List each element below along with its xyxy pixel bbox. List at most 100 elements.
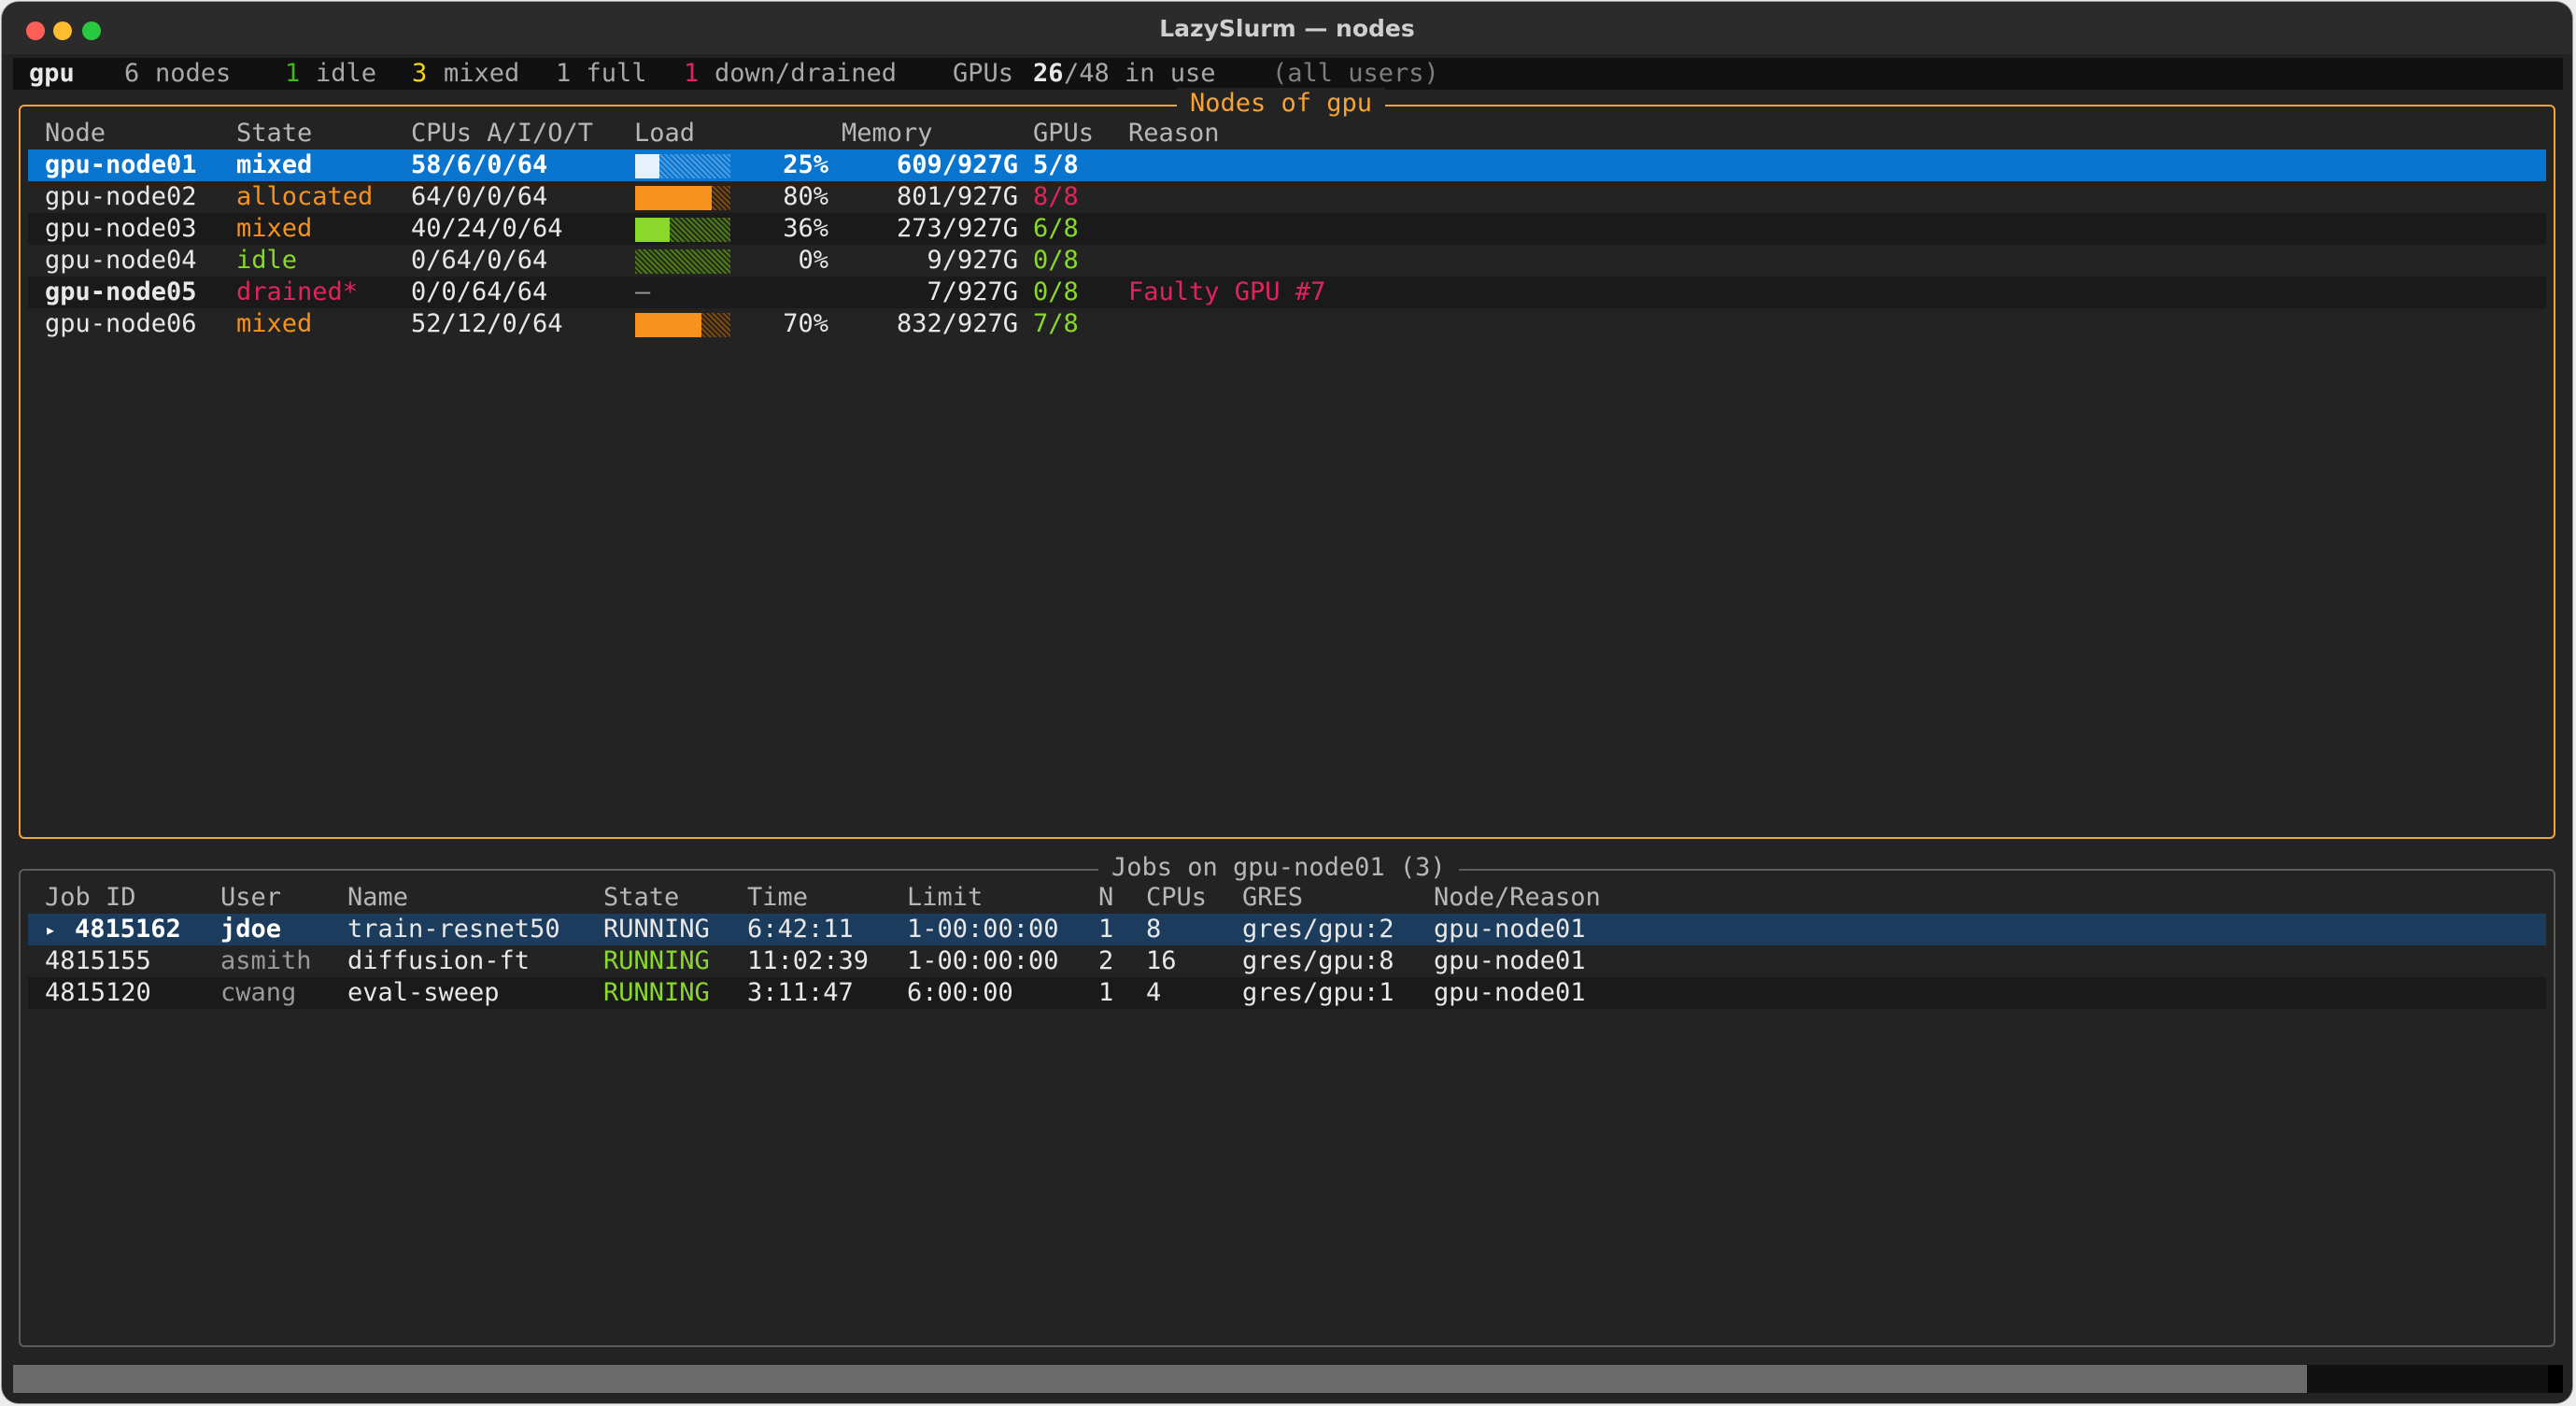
node-state: mixed: [236, 214, 313, 243]
col-time: Time: [747, 883, 809, 912]
partition-name: gpu: [29, 59, 75, 88]
job-node-reason: gpu-node01: [1434, 915, 1586, 944]
job-gres: gres/gpu:1: [1242, 978, 1394, 1007]
scrollbar-end: [2548, 1365, 2563, 1393]
scope-label: (all users): [1272, 59, 1439, 88]
col-reason: Reason: [1128, 119, 1220, 148]
node-row[interactable]: gpu-node04 idle 0/64/0/64 0% 9/927G 0/8: [28, 245, 2546, 277]
idle-count: 1: [285, 59, 301, 88]
window-title: LazySlurm — nodes: [1159, 15, 1415, 42]
col-limit: Limit: [907, 883, 984, 912]
node-row[interactable]: gpu-node01 mixed 58/6/0/64 25% 609/927G 5/8: [28, 149, 2546, 181]
horizontal-scrollbar[interactable]: [13, 1365, 2563, 1393]
job-state: RUNNING: [603, 978, 710, 1007]
job-limit: 1-00:00:00: [907, 915, 1059, 944]
job-cpus: 4: [1146, 978, 1162, 1007]
job-time: 11:02:39: [747, 946, 870, 975]
node-cpus: 0/0/64/64: [411, 277, 548, 306]
mixed-count: 3: [412, 59, 428, 88]
jobs-header-row: Job ID User Name State Time Limit N CPUs…: [19, 882, 2555, 914]
load-bar: [635, 313, 730, 337]
col-state: State: [236, 119, 313, 148]
col-cpus: CPUs A/I/O/T: [411, 119, 594, 148]
job-time: 3:11:47: [747, 978, 854, 1007]
load-percent: 36%: [783, 214, 828, 243]
job-user: jdoe: [220, 915, 282, 944]
job-name: eval-sweep: [347, 978, 500, 1007]
job-row[interactable]: 4815120 cwang eval-sweep RUNNING 3:11:47 6:00…: [28, 977, 2546, 1009]
node-row[interactable]: gpu-node03 mixed 40/24/0/64 36% 273/927G 6/8: [28, 213, 2546, 245]
col-user: User: [220, 883, 282, 912]
node-state: idle: [236, 246, 298, 275]
load-bar: [635, 154, 730, 178]
node-gpus: 6/8: [1033, 214, 1079, 243]
selected-marker-icon: ▸: [45, 918, 57, 941]
job-node-reason: gpu-node01: [1434, 978, 1586, 1007]
jobs-panel: Jobs on gpu-node01 (3) Job ID User Name …: [19, 852, 2555, 1347]
job-state: RUNNING: [603, 946, 710, 975]
node-name: gpu-node04: [45, 246, 197, 275]
node-row[interactable]: gpu-node05 drained* 0/0/64/64 – 7/927G 0/8 Fau…: [28, 277, 2546, 308]
idle-label: idle: [316, 59, 377, 88]
nodes-count: 6: [124, 59, 140, 88]
node-gpus: 5/8: [1033, 150, 1079, 179]
job-n: 1: [1098, 978, 1114, 1007]
job-name: train-resnet50: [347, 915, 560, 944]
node-cpus: 58/6/0/64: [411, 150, 548, 179]
col-jobid: Job ID: [45, 883, 136, 912]
node-reason: Faulty GPU #7: [1128, 277, 1326, 306]
nodes-panel: Nodes of gpu Node State CPUs A/I/O/T Loa…: [19, 88, 2555, 839]
load-bar: [635, 186, 730, 210]
load-bar: [635, 249, 730, 274]
col-node-reason: Node/Reason: [1434, 883, 1601, 912]
job-gres: gres/gpu:2: [1242, 915, 1394, 944]
col-memory: Memory: [842, 119, 933, 148]
node-memory: 7/927G: [927, 277, 1018, 306]
full-count: 1 full: [556, 59, 647, 88]
job-user: cwang: [220, 978, 297, 1007]
job-cpus: 8: [1146, 915, 1162, 944]
job-id: 4815120: [45, 978, 151, 1007]
node-row[interactable]: gpu-node06 mixed 52/12/0/64 70% 832/927G 7/8: [28, 308, 2546, 340]
col-gpus: GPUs: [1033, 119, 1095, 148]
job-cpus: 16: [1146, 946, 1177, 975]
col-cpus: CPUs: [1146, 883, 1208, 912]
col-name: Name: [347, 883, 409, 912]
status-bar: gpu 6 nodes 1 idle 3 mixed 1 full 1 down…: [13, 58, 2563, 90]
job-row[interactable]: 4815155 asmith diffusion-ft RUNNING 11:02:39…: [28, 945, 2546, 977]
load-percent: 70%: [783, 309, 828, 338]
load-bar-fill: [635, 313, 701, 337]
job-n: 1: [1098, 915, 1114, 944]
job-time: 6:42:11: [747, 915, 854, 944]
node-memory: 801/927G: [896, 182, 1018, 211]
col-gres: GRES: [1242, 883, 1304, 912]
terminal-window: LazySlurm — nodes gpu 6 nodes 1 idle 3 m…: [2, 2, 2572, 1403]
nodes-header-row: Node State CPUs A/I/O/T Load Memory GPUs…: [19, 118, 2555, 149]
title-bar: LazySlurm — nodes: [2, 2, 2572, 54]
scrollbar-thumb[interactable]: [13, 1365, 2307, 1393]
job-row[interactable]: ▸ 4815162 jdoe train-resnet50 RUNNING 6:42:11…: [28, 914, 2546, 945]
down-count: 1: [684, 59, 700, 88]
node-name: gpu-node02: [45, 182, 197, 211]
col-load: Load: [634, 119, 696, 148]
node-memory: 273/927G: [896, 214, 1018, 243]
node-name: gpu-node06: [45, 309, 197, 338]
job-limit: 6:00:00: [907, 978, 1013, 1007]
col-n: N: [1098, 883, 1114, 912]
job-n: 2: [1098, 946, 1114, 975]
node-row[interactable]: gpu-node02 allocated 64/0/0/64 80% 801/927G 8…: [28, 181, 2546, 213]
nodes-label: nodes: [155, 59, 232, 88]
node-cpus: 40/24/0/64: [411, 214, 563, 243]
node-name: gpu-node05: [45, 277, 197, 306]
job-gres: gres/gpu:8: [1242, 946, 1394, 975]
load-bar-fill: [635, 154, 659, 178]
node-memory: 832/927G: [896, 309, 1018, 338]
load-percent: 80%: [783, 182, 828, 211]
node-memory: 609/927G: [896, 150, 1018, 179]
node-gpus: 0/8: [1033, 246, 1079, 275]
nodes-panel-title: Nodes of gpu: [1177, 88, 1386, 120]
node-state: allocated: [236, 182, 374, 211]
load-percent: 25%: [783, 150, 828, 179]
load-bar-fill: [635, 218, 670, 242]
load-percent: 0%: [798, 246, 828, 275]
